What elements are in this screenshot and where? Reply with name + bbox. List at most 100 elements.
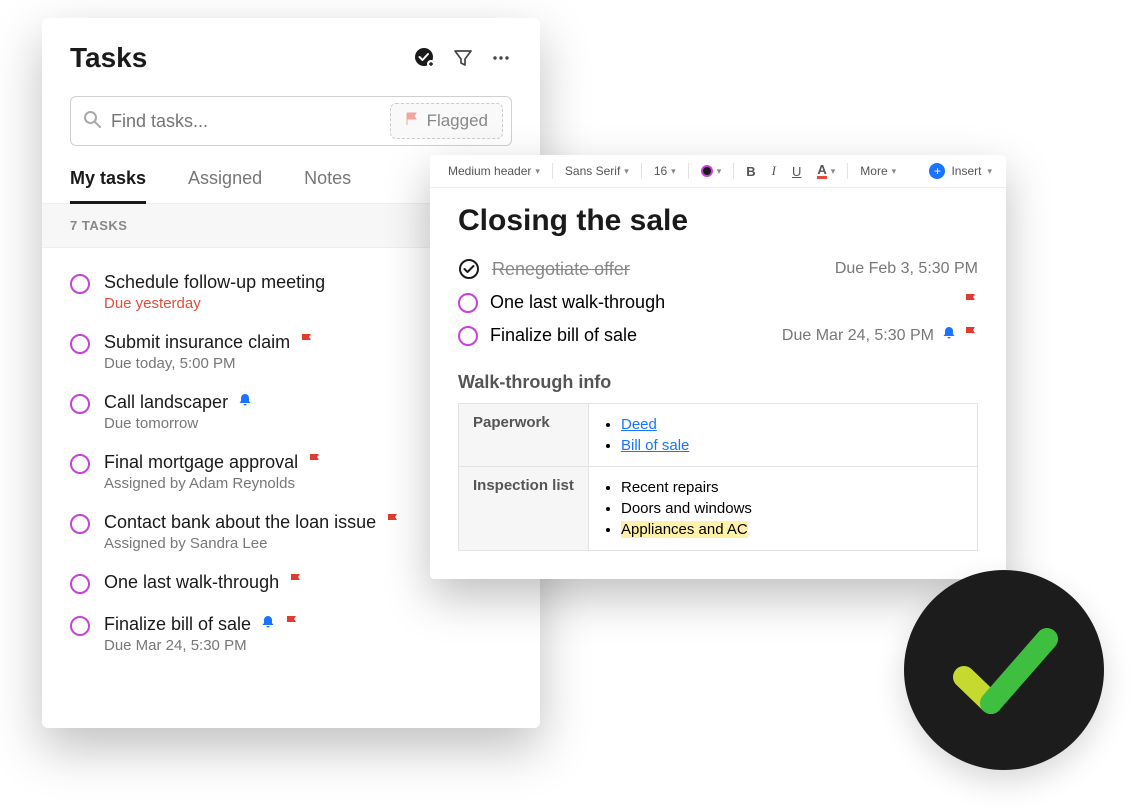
row-cell: Recent repairs Doors and windows Applian… xyxy=(589,467,978,551)
table-row: Paperwork Deed Bill of sale xyxy=(459,404,978,467)
checkmark-icon[interactable] xyxy=(458,258,480,280)
list-item: Appliances and AC xyxy=(621,519,963,540)
task-checkbox[interactable] xyxy=(70,274,90,294)
task-checkbox[interactable] xyxy=(458,293,478,313)
task-title: Finalize bill of sale xyxy=(104,614,251,635)
note-task-title: One last walk-through xyxy=(490,292,665,313)
link-bill-of-sale[interactable]: Bill of sale xyxy=(621,437,689,454)
more-button[interactable]: More ▾ xyxy=(856,162,900,180)
font-label: Sans Serif xyxy=(565,164,620,178)
due-label: Due Feb 3, 5:30 PM xyxy=(835,260,978,278)
table-row: Inspection list Recent repairs Doors and… xyxy=(459,467,978,551)
size-label: 16 xyxy=(654,164,667,178)
highlighted-text: Appliances and AC xyxy=(621,521,748,538)
italic-button[interactable]: I xyxy=(768,161,780,181)
chevron-down-icon: ▾ xyxy=(717,166,722,177)
task-title: Final mortgage approval xyxy=(104,452,298,473)
task-checkbox[interactable] xyxy=(70,514,90,534)
row-cell: Deed Bill of sale xyxy=(589,404,978,467)
chevron-down-icon: ▾ xyxy=(535,166,540,177)
tab-assigned[interactable]: Assigned xyxy=(188,168,262,203)
font-select[interactable]: Sans Serif ▾ xyxy=(561,162,633,180)
flag-icon xyxy=(300,333,314,352)
tasks-title: Tasks xyxy=(70,42,147,74)
row-header: Inspection list xyxy=(459,467,589,551)
flag-icon xyxy=(285,615,299,634)
flag-icon xyxy=(308,453,322,472)
note-task-title: Finalize bill of sale xyxy=(490,325,637,346)
flag-icon xyxy=(405,111,419,131)
size-select[interactable]: 16 ▾ xyxy=(650,162,680,180)
separator xyxy=(733,163,734,179)
chevron-down-icon: ▾ xyxy=(892,166,897,177)
list-item: Recent repairs xyxy=(621,477,963,498)
tasks-header-actions xyxy=(414,47,512,69)
task-title: One last walk-through xyxy=(104,572,279,593)
color-swatch-icon xyxy=(701,165,713,177)
note-toolbar: Medium header ▾ Sans Serif ▾ 16 ▾ ▾ B I U A… xyxy=(430,155,1006,188)
task-row[interactable]: Finalize bill of sale Due Mar 24, 5:30 P… xyxy=(70,604,512,664)
task-title: Contact bank about the loan issue xyxy=(104,512,376,533)
flagged-chip-label: Flagged xyxy=(427,111,488,131)
note-task-row[interactable]: Renegotiate offer Due Feb 3, 5:30 PM xyxy=(458,252,978,286)
row-header: Paperwork xyxy=(459,404,589,467)
task-subtext: Due Mar 24, 5:30 PM xyxy=(104,637,512,654)
chevron-down-icon: ▾ xyxy=(987,166,992,177)
note-panel: Medium header ▾ Sans Serif ▾ 16 ▾ ▾ B I U A… xyxy=(430,155,1006,579)
add-task-icon[interactable] xyxy=(414,47,436,69)
search-row: Flagged xyxy=(70,96,512,146)
text-color-icon: A xyxy=(817,163,826,179)
tab-my-tasks[interactable]: My tasks xyxy=(70,168,146,204)
bell-icon xyxy=(261,615,275,634)
insert-button[interactable]: + Insert ▾ xyxy=(929,163,992,179)
bell-icon xyxy=(942,326,956,345)
note-task-row[interactable]: Finalize bill of sale Due Mar 24, 5:30 P… xyxy=(458,319,978,352)
bell-icon xyxy=(238,393,252,412)
search-input[interactable] xyxy=(111,111,378,132)
color-swatch[interactable]: ▾ xyxy=(697,163,726,179)
filter-icon[interactable] xyxy=(452,47,474,69)
more-label: More xyxy=(860,164,887,178)
heading-label: Medium header xyxy=(448,164,531,178)
chevron-down-icon: ▾ xyxy=(671,166,676,177)
task-checkbox[interactable] xyxy=(70,574,90,594)
bold-button[interactable]: B xyxy=(742,162,759,181)
chevron-down-icon: ▾ xyxy=(831,166,836,177)
task-checkbox[interactable] xyxy=(70,454,90,474)
flag-icon xyxy=(289,573,303,592)
link-deed[interactable]: Deed xyxy=(621,416,657,433)
separator xyxy=(847,163,848,179)
check-badge xyxy=(904,570,1104,770)
task-checkbox[interactable] xyxy=(70,616,90,636)
task-title: Submit insurance claim xyxy=(104,332,290,353)
tasks-header: Tasks xyxy=(42,42,540,74)
plus-icon: + xyxy=(929,163,945,179)
task-checkbox[interactable] xyxy=(70,334,90,354)
note-title[interactable]: Closing the sale xyxy=(458,204,978,238)
flag-icon xyxy=(386,513,400,532)
note-task-title: Renegotiate offer xyxy=(492,259,630,280)
more-icon[interactable] xyxy=(490,47,512,69)
chevron-down-icon: ▾ xyxy=(624,166,629,177)
heading-select[interactable]: Medium header ▾ xyxy=(444,162,544,180)
task-title: Call landscaper xyxy=(104,392,228,413)
flag-icon xyxy=(964,293,978,312)
list-item: Doors and windows xyxy=(621,498,963,519)
task-title: Schedule follow-up meeting xyxy=(104,272,325,293)
text-color-button[interactable]: A▾ xyxy=(813,161,839,181)
tab-notes[interactable]: Notes xyxy=(304,168,351,203)
task-checkbox[interactable] xyxy=(70,394,90,414)
insert-label: Insert xyxy=(951,164,981,178)
note-task-row[interactable]: One last walk-through xyxy=(458,286,978,319)
underline-button[interactable]: U xyxy=(788,162,805,181)
flagged-filter-chip[interactable]: Flagged xyxy=(390,103,503,139)
task-checkbox[interactable] xyxy=(458,326,478,346)
search-icon xyxy=(83,110,101,133)
separator xyxy=(688,163,689,179)
flag-icon xyxy=(964,326,978,345)
separator xyxy=(552,163,553,179)
search-box xyxy=(71,97,390,145)
due-label: Due Mar 24, 5:30 PM xyxy=(782,327,934,345)
note-body: Closing the sale Renegotiate offer Due F… xyxy=(430,188,1006,551)
separator xyxy=(641,163,642,179)
